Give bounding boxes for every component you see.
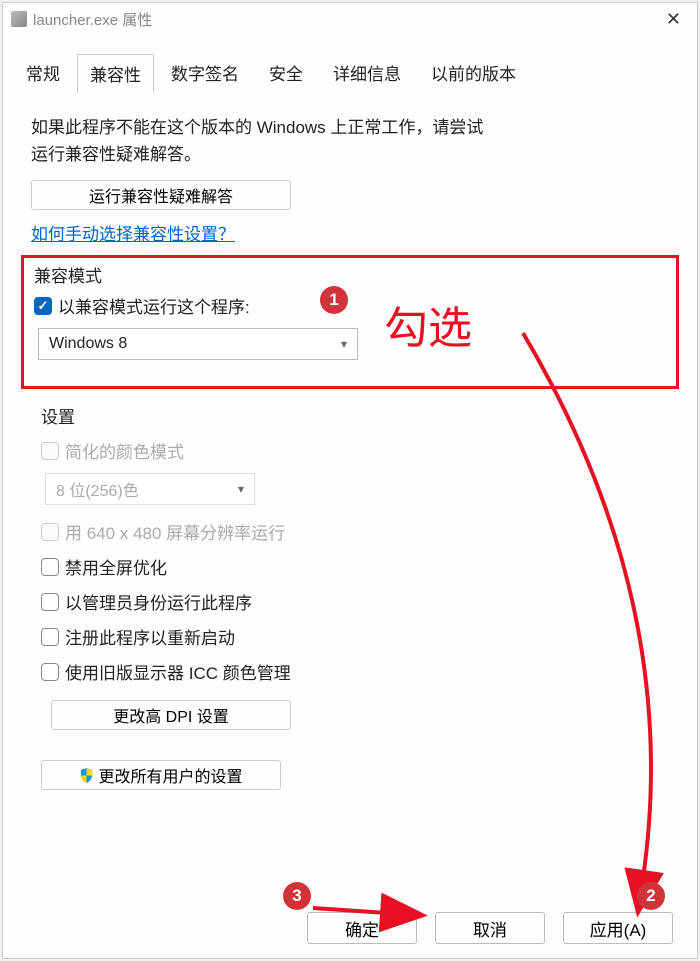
run-admin-label: 以管理员身份运行此程序 [65,589,252,614]
tab-general[interactable]: 常规 [13,53,73,92]
resolution-640-checkbox [41,523,59,541]
change-all-users-label: 更改所有用户的设置 [98,763,242,787]
compat-os-value: Windows 8 [49,335,127,353]
reduced-color-label: 简化的颜色模式 [65,438,184,463]
apply-button[interactable]: 应用(A) [563,912,673,944]
reduced-color-checkbox [41,442,59,460]
annotation-badge-3: 3 [283,882,311,910]
annotation-highlight-box: 兼容模式 以兼容模式运行这个程序: Windows 8 ▾ 1 勾选 [21,255,679,389]
tab-details[interactable]: 详细信息 [320,53,414,92]
intro-line: 如果此程序不能在这个版本的 Windows 上正常工作，请尝试 [31,118,483,137]
tab-security[interactable]: 安全 [256,53,316,92]
properties-dialog: launcher.exe 属性 ✕ 常规 兼容性 数字签名 安全 详细信息 以前… [2,2,698,959]
app-icon [11,11,27,27]
manual-settings-link[interactable]: 如何手动选择兼容性设置？ [31,225,235,244]
tab-compatibility[interactable]: 兼容性 [77,54,154,93]
right-edge-markers: ⁢⁢⁢⁢⁢⁢⁢⁢⁢⁢⁢⁢⁢⁢⁢⁢ [693,103,699,923]
intro-line: 运行兼容性疑难解答。 [31,145,201,164]
dpi-settings-button[interactable]: 更改高 DPI 设置 [51,700,291,730]
annotation-badge-2: 2 [637,882,665,910]
settings-group-label: 设置 [41,403,669,428]
legacy-icc-label: 使用旧版显示器 ICC 颜色管理 [65,659,291,684]
compat-os-select[interactable]: Windows 8 ▾ [38,328,358,360]
compat-mode-checkbox-label: 以兼容模式运行这个程序: [58,293,250,318]
disable-fullscreen-checkbox[interactable] [41,558,59,576]
intro-text: 如果此程序不能在这个版本的 Windows 上正常工作，请尝试 运行兼容性疑难解… [31,114,669,168]
close-icon[interactable]: ✕ [658,9,689,30]
annotation-check-text: 勾选 [384,292,472,356]
chevron-down-icon: ▾ [341,337,347,351]
ok-button[interactable]: 确定 [307,912,417,944]
change-all-users-button[interactable]: 更改所有用户的设置 [41,760,281,790]
cancel-button[interactable]: 取消 [435,912,545,944]
compat-mode-checkbox[interactable] [34,297,52,315]
troubleshoot-button[interactable]: 运行兼容性疑难解答 [31,180,291,210]
window-title: launcher.exe 属性 [33,9,152,30]
compat-mode-group-label: 兼容模式 [34,262,666,287]
register-restart-label: 注册此程序以重新启动 [65,624,235,649]
register-restart-checkbox[interactable] [41,628,59,646]
tab-previous-versions[interactable]: 以前的版本 [418,53,529,92]
disable-fullscreen-label: 禁用全屏优化 [65,554,167,579]
tabs-bar: 常规 兼容性 数字签名 安全 详细信息 以前的版本 [3,53,697,93]
settings-group: 设置 简化的颜色模式 8 位(256)色 ▾ 用 640 x 480 屏幕分辨率… [41,403,669,730]
run-admin-checkbox[interactable] [41,593,59,611]
legacy-icc-checkbox[interactable] [41,663,59,681]
tab-digital-signatures[interactable]: 数字签名 [158,53,252,92]
chevron-down-icon: ▾ [238,482,244,496]
shield-icon [79,768,94,783]
titlebar: launcher.exe 属性 ✕ [3,3,697,35]
color-depth-value: 8 位(256)色 [56,477,139,501]
color-depth-select: 8 位(256)色 ▾ [45,473,255,505]
tab-content: 如果此程序不能在这个版本的 Windows 上正常工作，请尝试 运行兼容性疑难解… [3,94,697,804]
resolution-640-label: 用 640 x 480 屏幕分辨率运行 [65,519,285,544]
dialog-buttons: 确定 取消 应用(A) [307,912,673,944]
